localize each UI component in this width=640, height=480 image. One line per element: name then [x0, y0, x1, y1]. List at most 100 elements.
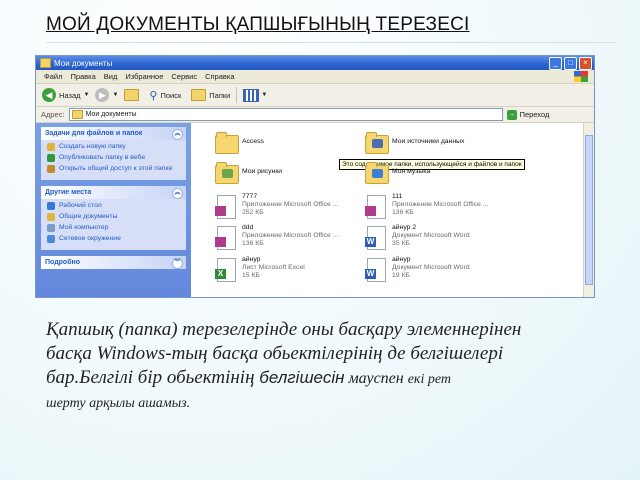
up-button[interactable]: [124, 89, 140, 101]
menu-view[interactable]: Вид: [104, 72, 118, 81]
menu-tools[interactable]: Сервис: [171, 72, 197, 81]
chevron-down-icon[interactable]: ▼: [84, 92, 90, 98]
tasks-panel-header[interactable]: Задачи для файлов и папок ︽: [41, 127, 186, 140]
folders-button[interactable]: Папки: [191, 89, 230, 101]
chevron-down-icon[interactable]: ▼: [112, 92, 118, 98]
details-header[interactable]: Подробно ︾: [41, 256, 186, 269]
folders-label: Папки: [209, 90, 231, 100]
task-link-label: Открыть общий доступ к этой папке: [59, 165, 173, 172]
search-button[interactable]: ⚲ Поиск: [149, 89, 181, 102]
go-arrow-icon: →: [506, 109, 517, 120]
forward-button[interactable]: ▶ ▼: [95, 88, 118, 102]
caption-line-2: басқа Windows-тың басқа обьектілерінің д…: [46, 343, 504, 364]
views-icon: [243, 88, 260, 102]
address-field[interactable]: Мои документы: [68, 108, 503, 121]
folder-icon: [40, 58, 51, 68]
toolbar-separator: [236, 87, 238, 103]
address-value: Мои документы: [85, 111, 137, 118]
file-name: Моя музыка: [392, 168, 431, 175]
go-button[interactable]: → Переход: [506, 109, 549, 120]
tasks-panel-title: Задачи для файлов и папок: [45, 130, 143, 137]
file-name: Мои источники данных: [392, 138, 465, 145]
file-type: Лист Microsoft Excel: [242, 264, 305, 271]
file-size: 136 КБ: [392, 209, 414, 216]
file-item[interactable]: ddd Приложение Microsoft Office ... 136 КБ: [213, 224, 357, 250]
music-folder-icon: [363, 159, 389, 185]
menu-favorites[interactable]: Избранное: [125, 72, 163, 81]
collapse-icon[interactable]: ︽: [172, 129, 183, 140]
vertical-scrollbar[interactable]: [583, 123, 594, 297]
menu-help[interactable]: Справка: [205, 72, 234, 81]
other-places-list: Рабочий стол Общие документы Мой компьютер…: [41, 199, 186, 250]
views-button[interactable]: ▼: [243, 88, 267, 102]
globe-icon: [47, 154, 55, 162]
task-link[interactable]: Рабочий стол: [47, 202, 182, 210]
task-link-label: Мой компьютер: [59, 224, 109, 231]
caption-line-1: Қапшық (папка) терезелерінде оны басқару…: [46, 319, 522, 340]
file-item[interactable]: Моя музыка: [363, 159, 507, 185]
other-places-header[interactable]: Другие места ︽: [41, 186, 186, 199]
file-info: айнур Лист Microsoft Excel 15 КБ: [242, 256, 357, 280]
file-size: 252 КБ: [242, 209, 264, 216]
maximize-button[interactable]: □: [564, 56, 577, 70]
slide-caption: Қапшық (папка) терезелерінде оны басқару…: [46, 318, 624, 416]
task-link[interactable]: Открыть общий доступ к этой папке: [47, 165, 182, 173]
collapse-icon[interactable]: ︽: [172, 188, 183, 199]
task-link[interactable]: Сетевое окружение: [47, 235, 182, 243]
task-link-label: Создать новую папку: [59, 143, 126, 150]
details-panel: Подробно ︾: [41, 256, 186, 269]
file-item[interactable]: Wайнур Документ Microsoft Word 19 КБ: [363, 256, 507, 282]
menu-edit[interactable]: Правка: [70, 72, 95, 81]
task-link[interactable]: Опубликовать папку в вебе: [47, 154, 182, 162]
file-info: Мои источники данных: [392, 129, 507, 146]
file-type: Документ Microsoft Word: [392, 232, 470, 239]
file-info: Мои рисунки: [242, 159, 357, 176]
file-type: Приложение Microsoft Office ...: [242, 201, 339, 208]
caption-3a: бар.Белгілі бір обьектінің: [46, 367, 260, 388]
task-link-label: Сетевое окружение: [59, 235, 121, 242]
address-label: Адрес:: [41, 110, 65, 119]
task-link[interactable]: Мой компьютер: [47, 224, 182, 232]
minimize-button[interactable]: _: [549, 56, 562, 70]
file-item[interactable]: Wайнур 2 Документ Microsoft Word 35 КБ: [363, 224, 507, 250]
task-pane: Задачи для файлов и папок ︽ Создать нову…: [36, 123, 191, 297]
details-title: Подробно: [45, 259, 81, 266]
file-item[interactable]: Xайнур Лист Microsoft Excel 15 КБ: [213, 256, 357, 282]
back-arrow-icon: ◀: [42, 88, 56, 102]
file-size: 15 КБ: [242, 272, 260, 279]
file-info: Моя музыка: [392, 159, 507, 176]
file-name: айнур: [392, 256, 411, 263]
other-places-panel: Другие места ︽ Рабочий стол Общие докумен…: [41, 186, 186, 250]
file-item[interactable]: 111 Приложение Microsoft Office ... 136 КБ: [363, 193, 507, 219]
chevron-down-icon[interactable]: ▼: [261, 92, 267, 98]
back-button[interactable]: ◀ Назад ▼: [42, 88, 89, 102]
file-name: айнур 2: [392, 224, 417, 231]
window-body: Задачи для файлов и папок ︽ Создать нову…: [36, 123, 594, 297]
close-button[interactable]: ×: [579, 56, 592, 70]
file-name: 7777: [242, 193, 258, 200]
caption-line-4: шерту арқылы ашамыз.: [46, 396, 191, 411]
file-info: айнур 2 Документ Microsoft Word 35 КБ: [392, 224, 507, 248]
task-link[interactable]: Общие документы: [47, 213, 182, 221]
other-places-title: Другие места: [45, 189, 92, 196]
file-item[interactable]: 7777 Приложение Microsoft Office ... 252 К…: [213, 193, 357, 219]
expand-icon[interactable]: ︾: [172, 258, 183, 269]
scrollbar-thumb[interactable]: [585, 135, 593, 285]
file-list: Это содержимое папки, использующейся и ф…: [191, 123, 594, 297]
file-item[interactable]: Мои рисунки: [213, 159, 357, 185]
file-name: 111: [392, 193, 403, 200]
task-link[interactable]: Создать новую папку: [47, 143, 182, 151]
task-link-label: Общие документы: [59, 213, 118, 220]
tasks-list: Создать новую папку Опубликовать папку в …: [41, 140, 186, 180]
task-link-label: Опубликовать папку в вебе: [59, 154, 146, 161]
file-item[interactable]: Ассеss: [213, 129, 357, 155]
menu-file[interactable]: Файл: [44, 72, 62, 81]
slide-title: МОЙ ДОКУМЕНТЫ ҚАПШЫҒЫНЫҢ ТЕРЕЗЕСІ: [46, 14, 470, 35]
window-titlebar[interactable]: Мои документы _ □ ×: [36, 56, 594, 70]
access-file-icon: [213, 224, 239, 250]
file-name: айнур: [242, 256, 261, 263]
forward-arrow-icon: ▶: [95, 88, 110, 102]
word-file-icon: W: [363, 224, 389, 250]
file-item[interactable]: Мои источники данных: [363, 129, 507, 155]
share-icon: [47, 165, 55, 173]
